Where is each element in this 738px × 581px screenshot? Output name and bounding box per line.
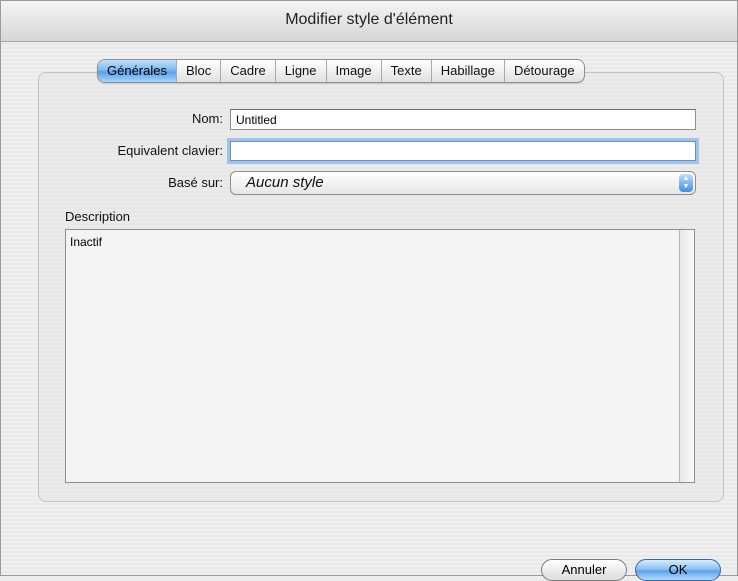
window-title: Modifier style d'élément — [285, 11, 453, 28]
popup-arrows-icon: ▲ ▼ — [679, 174, 693, 192]
tab-habillage[interactable]: Habillage — [430, 60, 504, 82]
title-bar: Modifier style d'élément — [1, 1, 737, 42]
tab-image[interactable]: Image — [325, 60, 381, 82]
tab-bar: Générales Bloc Cadre Ligne Image Texte H… — [97, 59, 585, 83]
tab-bloc[interactable]: Bloc — [175, 60, 220, 82]
ok-button[interactable]: OK — [635, 559, 721, 581]
dialog-window: Modifier style d'élément Générales Bloc … — [0, 0, 738, 581]
based-on-label: Basé sur: — [168, 175, 223, 190]
cancel-button[interactable]: Annuler — [541, 559, 627, 581]
tab-cadre[interactable]: Cadre — [220, 60, 274, 82]
based-on-value: Aucun style — [246, 174, 324, 191]
description-area[interactable]: Inactif — [65, 229, 695, 483]
description-scrollbar[interactable] — [679, 230, 694, 482]
name-field[interactable]: Untitled — [230, 109, 696, 130]
name-label: Nom: — [191, 111, 223, 126]
description-text: Inactif — [70, 235, 103, 249]
shortcut-field[interactable] — [230, 141, 696, 161]
tab-generales[interactable]: Générales — [98, 60, 176, 82]
tab-texte[interactable]: Texte — [380, 60, 431, 82]
description-label: Description — [65, 209, 131, 224]
tab-ligne[interactable]: Ligne — [274, 60, 326, 82]
shortcut-label: Equivalent clavier: — [117, 143, 224, 158]
based-on-popup[interactable]: Aucun style ▲ ▼ — [230, 171, 696, 195]
tab-detourage[interactable]: Détourage — [503, 60, 584, 82]
